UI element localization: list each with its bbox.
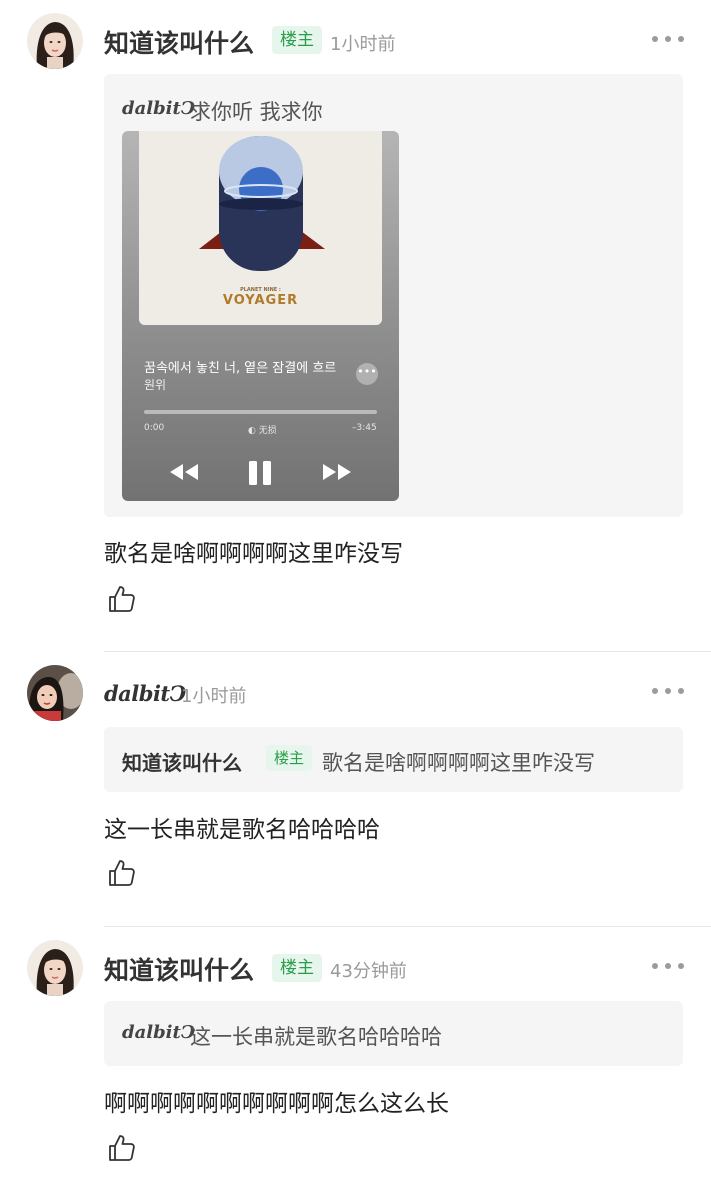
like-button[interactable] bbox=[107, 1133, 137, 1163]
more-options-button[interactable] bbox=[652, 685, 684, 697]
op-badge: 楼主 bbox=[272, 954, 322, 982]
comment-divider bbox=[104, 651, 711, 652]
more-options-button[interactable] bbox=[652, 960, 684, 972]
more-dot bbox=[665, 36, 671, 42]
thumbs-up-icon bbox=[109, 860, 135, 886]
time-remaining: –3:45 bbox=[352, 423, 377, 433]
comment-time: 1小时前 bbox=[330, 34, 396, 55]
avatar-image bbox=[27, 940, 83, 996]
quote-author[interactable]: dalbitↃ bbox=[122, 98, 195, 119]
audio-quality-text: 无损 bbox=[258, 426, 277, 436]
thumbs-up-icon bbox=[109, 1135, 135, 1161]
rewind-icon bbox=[170, 464, 198, 480]
comment-time: 1小时前 bbox=[181, 686, 247, 707]
album-cover: PLANET NINE : VOYAGER bbox=[139, 131, 382, 325]
more-options-button[interactable] bbox=[652, 33, 684, 45]
more-dot bbox=[678, 688, 684, 694]
author-name[interactable]: dalbitↃ bbox=[104, 681, 186, 706]
reply-quote[interactable]: dalbitↃ 这一长串就是歌名哈哈哈哈 bbox=[104, 1001, 683, 1066]
audio-quality-label: ◐ 无损 bbox=[248, 423, 277, 436]
progress-bar bbox=[144, 410, 377, 414]
avatar[interactable] bbox=[27, 940, 83, 996]
more-dot bbox=[678, 36, 684, 42]
like-button[interactable] bbox=[107, 584, 137, 614]
author-name[interactable]: 知道该叫什么 bbox=[104, 24, 254, 60]
quote-author[interactable]: dalbitↃ bbox=[122, 1022, 195, 1043]
more-dots-icon bbox=[652, 36, 658, 42]
like-button[interactable] bbox=[107, 858, 137, 888]
more-dots-icon bbox=[652, 963, 658, 969]
op-badge: 楼主 bbox=[272, 26, 322, 54]
quote-text: 歌名是啥啊啊啊啊这里咋没写 bbox=[322, 751, 595, 775]
thumbs-up-icon bbox=[109, 586, 135, 612]
more-dots-icon bbox=[652, 688, 658, 694]
album-title: VOYAGER bbox=[222, 293, 299, 308]
lossless-icon: ◐ bbox=[248, 426, 259, 436]
song-artist: 원위 bbox=[144, 378, 167, 392]
time-elapsed: 0:00 bbox=[144, 423, 165, 433]
avatar[interactable] bbox=[27, 13, 83, 69]
more-dot bbox=[665, 688, 671, 694]
author-name[interactable]: 知道该叫什么 bbox=[104, 951, 254, 987]
song-title: 꿈속에서 놓친 너, 옅은 잠결에 흐르 bbox=[144, 361, 337, 376]
avatar-image bbox=[27, 13, 83, 69]
pause-icon bbox=[249, 461, 271, 485]
quote-author[interactable]: 知道该叫什么 bbox=[122, 747, 242, 776]
op-badge: 楼主 bbox=[266, 745, 313, 771]
fast-forward-icon bbox=[323, 464, 351, 480]
avatar-image bbox=[27, 665, 83, 721]
more-dot bbox=[665, 963, 671, 969]
avatar[interactable] bbox=[27, 665, 83, 721]
more-dot bbox=[678, 963, 684, 969]
comment-text: 啊啊啊啊啊啊啊啊啊啊怎么这么长 bbox=[104, 1091, 449, 1117]
quote-text: 求你听 我求你 bbox=[190, 100, 323, 124]
comment-text: 这一长串就是歌名哈哈哈哈 bbox=[104, 817, 380, 843]
reply-quote[interactable]: 知道该叫什么 楼主 歌名是啥啊啊啊啊这里咋没写 bbox=[104, 727, 683, 792]
comment-time: 43分钟前 bbox=[330, 961, 407, 982]
comment-divider bbox=[104, 926, 711, 927]
player-more-icon: ••• bbox=[356, 363, 378, 385]
comment-text: 歌名是啥啊啊啊啊这里咋没写 bbox=[104, 541, 403, 567]
music-player-card: PLANET NINE : VOYAGER 꿈속에서 놓친 너, 옅은 잠결에 … bbox=[122, 131, 399, 501]
quote-text: 这一长串就是歌名哈哈哈哈 bbox=[190, 1025, 442, 1049]
